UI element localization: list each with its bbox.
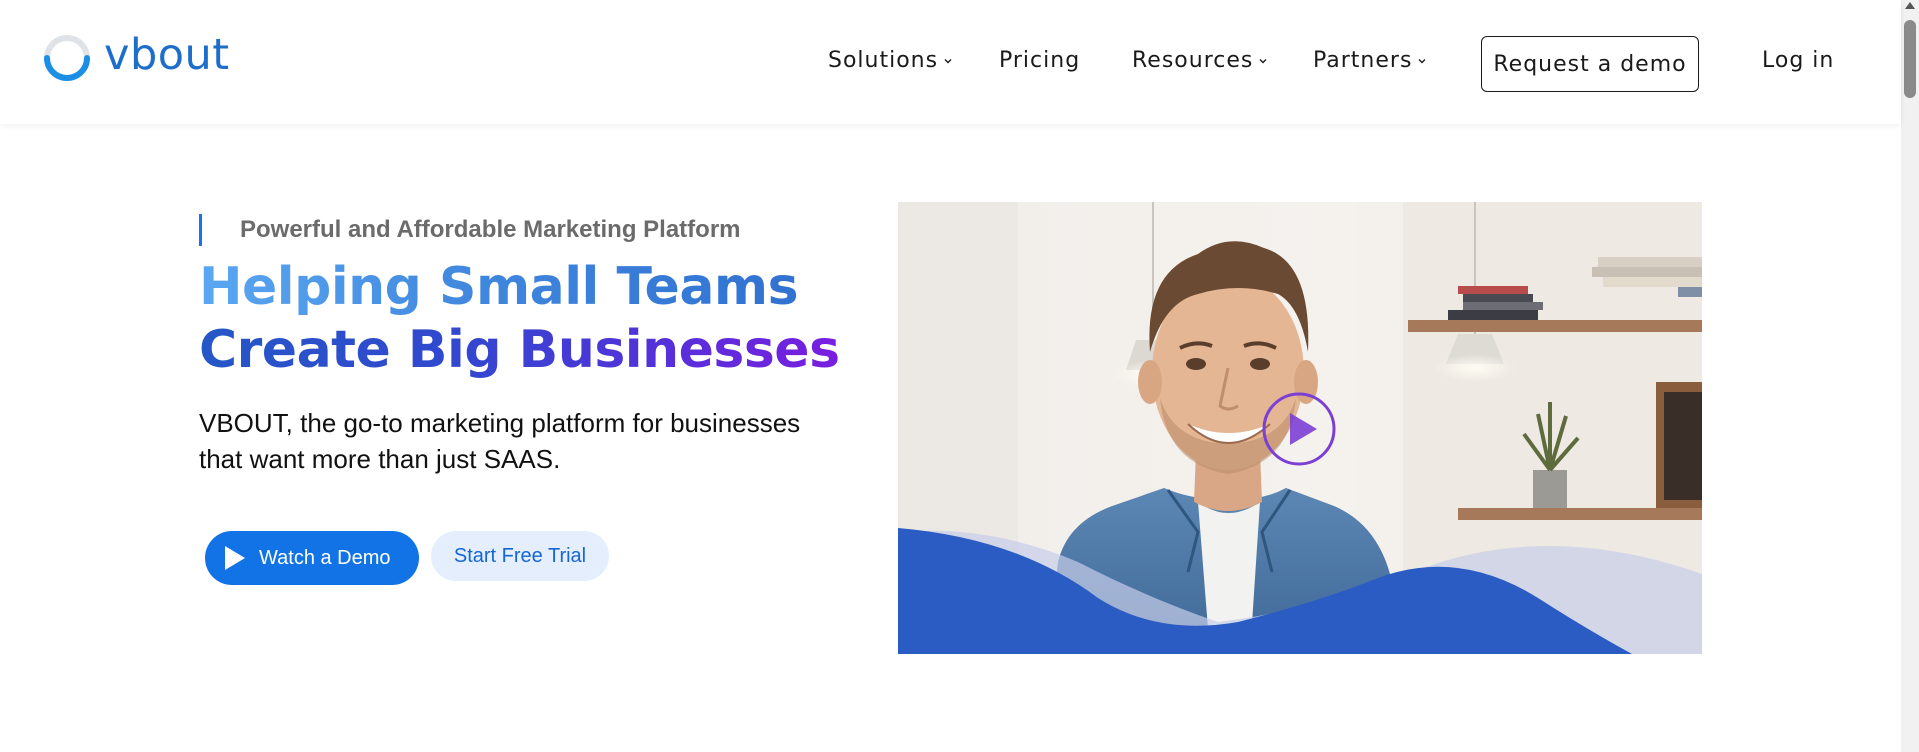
hero-eyebrow: Powerful and Affordable Marketing Platfo… — [199, 214, 741, 246]
nav-item-resources[interactable]: Resources — [1132, 48, 1268, 73]
chevron-down-icon — [1259, 58, 1267, 63]
login-link[interactable]: Log in — [1762, 48, 1834, 73]
nav-item-solutions[interactable]: Solutions — [828, 48, 953, 73]
hero-video[interactable] — [898, 202, 1702, 654]
nav-item-pricing[interactable]: Pricing — [999, 48, 1080, 73]
nav-item-partners[interactable]: Partners — [1313, 48, 1427, 73]
page-scrollbar[interactable] — [1901, 0, 1919, 752]
site-header: vbout Solutions Pricing Resources Partne… — [0, 0, 1901, 124]
request-demo-button[interactable]: Request a demo — [1481, 36, 1699, 92]
nav-item-label: Solutions — [828, 48, 939, 73]
hero-headline: Helping Small Teams Create Big Businesse… — [199, 256, 840, 382]
watch-demo-button[interactable]: Watch a Demo — [205, 531, 419, 585]
scroll-thumb[interactable] — [1904, 20, 1916, 98]
hero-subtext: VBOUT, the go-to marketing platform for … — [199, 408, 801, 474]
login-label: Log in — [1762, 48, 1835, 73]
nav-item-label: Resources — [1132, 48, 1254, 73]
video-play-icon[interactable] — [1261, 391, 1337, 467]
chevron-down-icon — [1418, 58, 1426, 63]
watch-demo-label: Watch a Demo — [259, 546, 391, 569]
nav-item-label: Partners — [1313, 48, 1413, 73]
hero-headline-line-1: Helping Small Teams — [199, 256, 840, 319]
play-icon — [225, 546, 245, 570]
main-nav: Solutions Pricing Resources Partners Req… — [0, 0, 1901, 124]
start-free-trial-button[interactable]: Start Free Trial — [431, 531, 609, 581]
hero-headline-line-2: Create Big Businesses — [199, 320, 840, 380]
nav-item-label: Pricing — [999, 48, 1081, 73]
chevron-down-icon — [944, 58, 952, 63]
scroll-up-arrow-icon[interactable] — [1905, 2, 1915, 9]
